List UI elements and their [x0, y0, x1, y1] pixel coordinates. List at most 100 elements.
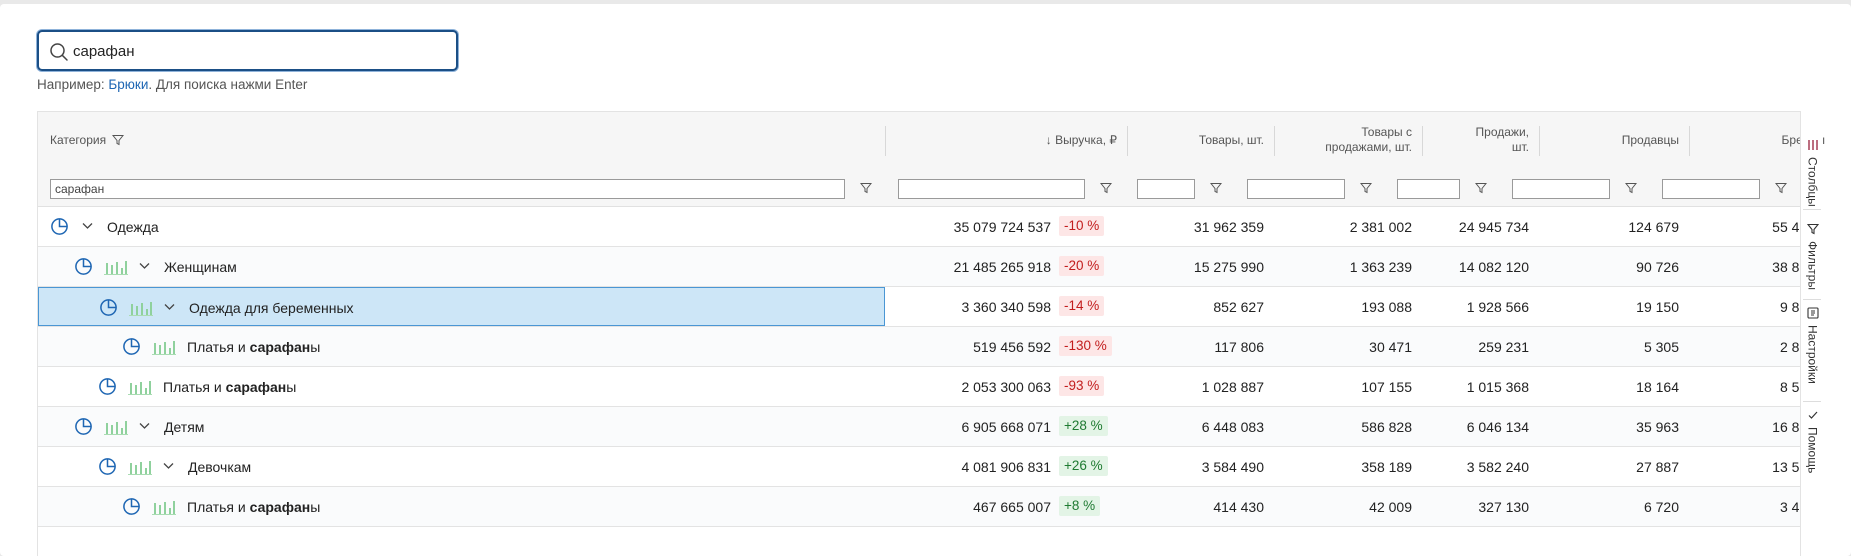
bar-chart-icon[interactable]	[129, 299, 153, 316]
table-row[interactable]: Одежда для беременных 3 360 340 598 -14 % 8…	[38, 287, 1815, 327]
category-cell[interactable]: Женщинам	[38, 247, 885, 286]
search-box[interactable]	[37, 30, 458, 71]
table-row[interactable]: Девочкам 4 081 906 831 +26 % 3 584 490 358 1…	[38, 447, 1815, 487]
goods-value: 117 806	[1214, 339, 1264, 355]
column-divider[interactable]	[885, 126, 886, 156]
sales-value: 327 130	[1478, 499, 1529, 515]
goods-with-sales-value: 42 009	[1369, 499, 1412, 515]
column-divider[interactable]	[1539, 126, 1540, 156]
pie-chart-icon[interactable]	[50, 217, 69, 236]
bar-chart-icon[interactable]	[152, 338, 176, 355]
column-header-category-label: Категория	[50, 133, 107, 147]
column-divider[interactable]	[1127, 126, 1128, 156]
pie-chart-icon[interactable]	[74, 417, 93, 436]
goods-with-sales-value: 1 363 239	[1349, 259, 1412, 275]
category-name[interactable]: Детям	[164, 419, 204, 435]
chevron-down-icon[interactable]	[164, 303, 175, 311]
revenue-filter-input[interactable]	[898, 179, 1085, 199]
sales-value: 3 582 240	[1466, 459, 1529, 475]
category-name[interactable]: Одежда для беременных	[189, 300, 354, 316]
pie-chart-icon[interactable]	[98, 377, 117, 396]
bar-chart-icon[interactable]	[104, 418, 128, 435]
sales-filter-input[interactable]	[1397, 179, 1460, 199]
goods-filter-input[interactable]	[1137, 179, 1195, 199]
category-cell[interactable]: Одежда	[38, 207, 885, 246]
goods-value: 3 584 490	[1201, 459, 1264, 475]
settings-icon	[1806, 307, 1819, 319]
filter-icon[interactable]	[1625, 182, 1637, 194]
name-tail: ы	[286, 379, 297, 395]
revenue-change-badge: -14 %	[1059, 296, 1105, 316]
tab-filters[interactable]: Фильтры	[1801, 223, 1824, 290]
table-row[interactable]: Женщинам 21 485 265 918 -20 % 15 275 990 1 3…	[38, 247, 1815, 287]
category-name[interactable]: Женщинам	[164, 259, 237, 275]
category-name[interactable]: Одежда	[107, 219, 159, 235]
filter-icon[interactable]	[112, 134, 125, 146]
pie-chart-icon[interactable]	[74, 257, 93, 276]
table-row[interactable]: Платья и сарафаны 519 456 592 -130 % 117 80…	[38, 327, 1815, 367]
column-divider[interactable]	[1274, 126, 1275, 156]
filter-icon[interactable]	[1475, 182, 1487, 194]
search-input[interactable]	[73, 36, 443, 66]
category-name[interactable]: Девочкам	[188, 459, 251, 475]
sellers-filter-input[interactable]	[1512, 179, 1610, 199]
category-cell[interactable]: Одежда для беременных	[38, 287, 885, 326]
category-cell[interactable]: Платья и сарафаны	[38, 487, 885, 526]
column-header-category[interactable]: Категория	[50, 112, 350, 168]
table-row[interactable]: Детям 6 905 668 071 +28 % 6 448 083 586 828 6…	[38, 407, 1815, 447]
hint-example-link[interactable]: Брюки	[108, 77, 148, 92]
category-name[interactable]: Платья и сарафаны	[163, 379, 296, 395]
hint-suffix: . Для поиска нажми Enter	[148, 77, 308, 92]
column-header-sales[interactable]: Продажи, шт.	[1424, 112, 1539, 168]
category-cell[interactable]: Девочкам	[38, 447, 885, 486]
pie-chart-icon[interactable]	[122, 337, 141, 356]
pie-chart-icon[interactable]	[98, 457, 117, 476]
category-name[interactable]: Платья и сарафаны	[187, 339, 320, 355]
chevron-down-icon[interactable]	[163, 462, 174, 470]
bar-chart-icon[interactable]	[152, 498, 176, 515]
filter-icon[interactable]	[1100, 182, 1112, 194]
revenue-change-badge: -20 %	[1059, 256, 1105, 276]
chevron-down-icon[interactable]	[139, 262, 150, 270]
bar-chart-icon[interactable]	[128, 458, 152, 475]
revenue-value: 467 665 007	[973, 499, 1051, 515]
category-name[interactable]: Платья и сарафаны	[187, 499, 320, 515]
tab-settings-label: Настройки	[1805, 325, 1820, 384]
table-row[interactable]: Платья и сарафаны 467 665 007 +8 % 414 430 4…	[38, 487, 1815, 527]
tab-columns[interactable]: Столбцы	[1801, 139, 1824, 207]
filter-icon[interactable]	[1775, 182, 1787, 194]
column-divider[interactable]	[1689, 126, 1690, 156]
goods-value: 852 627	[1213, 299, 1264, 315]
category-cell[interactable]: Детям	[38, 407, 885, 446]
column-header-goods-label: Товары, шт.	[1198, 132, 1264, 147]
chevron-down-icon[interactable]	[82, 222, 93, 230]
column-header-revenue[interactable]: ↓ Выручка, ₽	[887, 112, 1127, 168]
category-cell[interactable]: Платья и сарафаны	[38, 367, 885, 406]
column-header-goods[interactable]: Товары, шт.	[1129, 112, 1274, 168]
filter-icon[interactable]	[1210, 182, 1222, 194]
category-cell[interactable]: Платья и сарафаны	[38, 327, 885, 366]
column-header-goods-with-sales[interactable]: Товары с продажами, шт.	[1276, 112, 1422, 168]
table-row[interactable]: Платья и сарафаны 2 053 300 063 -93 % 1 028…	[38, 367, 1815, 407]
goods-value: 414 430	[1213, 499, 1264, 515]
sellers-value: 90 726	[1636, 259, 1679, 275]
tab-help[interactable]: Помощь	[1801, 409, 1824, 473]
pie-chart-icon[interactable]	[122, 497, 141, 516]
column-header-sellers[interactable]: Продавцы	[1541, 112, 1689, 168]
sellers-value: 124 679	[1628, 219, 1679, 235]
pie-chart-icon[interactable]	[99, 298, 118, 317]
table-header: Категория ↓ Выручка, ₽ Товары, шт. Товар…	[38, 112, 1825, 207]
filter-icon[interactable]	[1360, 182, 1372, 194]
filter-icon[interactable]	[860, 182, 872, 194]
revenue-value: 6 905 668 071	[961, 419, 1051, 435]
tab-divider	[1803, 209, 1821, 210]
table-row[interactable]: Одежда 35 079 724 537 -10 % 31 962 359 2 381…	[38, 207, 1815, 247]
category-filter-input[interactable]	[50, 179, 845, 199]
chevron-down-icon[interactable]	[139, 422, 150, 430]
column-divider[interactable]	[1422, 126, 1423, 156]
bar-chart-icon[interactable]	[128, 378, 152, 395]
bar-chart-icon[interactable]	[104, 258, 128, 275]
brands-filter-input[interactable]	[1662, 179, 1760, 199]
goods-with-sales-filter-input[interactable]	[1247, 179, 1345, 199]
tab-settings[interactable]: Настройки	[1801, 307, 1824, 384]
